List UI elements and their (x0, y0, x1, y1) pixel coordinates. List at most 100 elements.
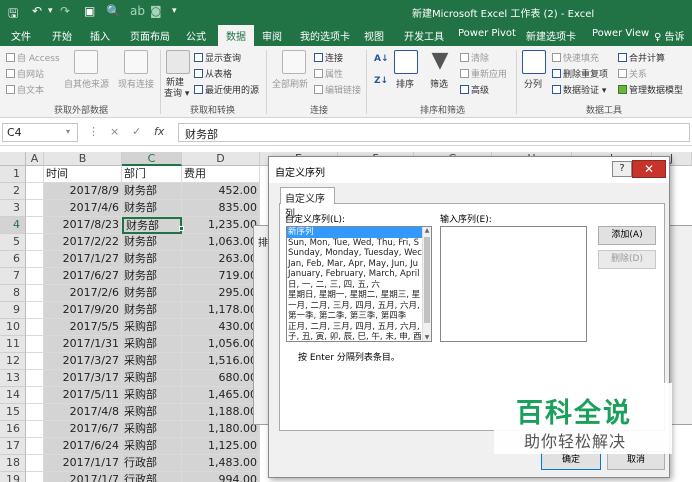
cell[interactable]: 1,188.00 (182, 404, 260, 421)
custom-lists-listbox[interactable]: 新序列 Sun, Mon, Tue, Wed, Thu, Fri, S Sunday… (286, 226, 432, 342)
cell[interactable]: 430.00 (182, 319, 260, 336)
cell[interactable]: 2017/2/6 (44, 285, 122, 302)
edit-links-button[interactable]: 编辑链接 (314, 83, 361, 96)
header-cell[interactable]: 时间 (44, 166, 122, 183)
from-table-button[interactable]: 从表格 (194, 67, 232, 80)
cell[interactable]: 行政部 (122, 455, 182, 472)
tab-formulas[interactable]: 公式 (186, 28, 206, 43)
row-header[interactable]: 2 (0, 183, 26, 200)
cell[interactable]: 263.00 (182, 251, 260, 268)
header-cell[interactable]: 部门 (122, 166, 182, 183)
row-header[interactable]: 18 (0, 455, 26, 472)
cell[interactable]: 1,056.00 (182, 336, 260, 353)
cell[interactable]: 1,063.00 (182, 234, 260, 251)
row-header[interactable]: 5 (0, 234, 26, 251)
cell[interactable]: 1,483.00 (182, 455, 260, 472)
tab-page-layout[interactable]: 页面布局 (130, 28, 170, 43)
enter-icon[interactable]: ✓ (132, 125, 141, 138)
row-header[interactable]: 14 (0, 387, 26, 404)
cell[interactable] (26, 285, 44, 302)
camera-icon[interactable]: ◙ (150, 4, 162, 18)
cell[interactable] (26, 234, 44, 251)
cell[interactable]: 1,235.00 (182, 217, 260, 234)
cell[interactable]: 2017/5/11 (44, 387, 122, 404)
cell[interactable] (26, 387, 44, 404)
relationships-button[interactable]: 关系 (618, 67, 647, 80)
cell[interactable] (26, 302, 44, 319)
properties-button[interactable]: 属性 (314, 67, 343, 80)
cell[interactable]: 财务部 (122, 268, 182, 285)
select-all-corner[interactable] (0, 152, 26, 166)
row-header[interactable]: 3 (0, 200, 26, 217)
cell[interactable]: 2017/2/22 (44, 234, 122, 251)
connections-button[interactable]: 连接 (314, 51, 343, 64)
cell[interactable]: 2017/1/31 (44, 336, 122, 353)
scroll-thumb[interactable] (424, 237, 430, 323)
cell[interactable]: 2017/1/27 (44, 251, 122, 268)
custom-list-item[interactable]: 一月, 二月, 三月, 四月, 五月, 六月, (287, 301, 423, 312)
recent-sources-button[interactable]: 最近使用的源 (194, 83, 259, 96)
cell[interactable] (26, 421, 44, 438)
form-icon[interactable]: ▣ (84, 4, 95, 18)
sort-button[interactable]: 排序 (396, 77, 414, 90)
cell[interactable]: 2017/3/27 (44, 353, 122, 370)
tab-new-tab[interactable]: 新建选项卡 (526, 28, 576, 43)
flash-fill-button[interactable]: 快速填充 (552, 51, 599, 64)
reapply-button[interactable]: 重新应用 (460, 67, 507, 80)
tab-power-pivot[interactable]: Power Pivot (458, 28, 516, 39)
show-queries-button[interactable]: 显示查询 (194, 51, 241, 64)
customize-icon[interactable]: ▾ (172, 6, 177, 16)
cell[interactable]: 采购部 (122, 404, 182, 421)
cell[interactable]: 2017/9/20 (44, 302, 122, 319)
clear-button[interactable]: 清除 (460, 51, 489, 64)
column-header[interactable]: B (44, 152, 122, 166)
from-access-button[interactable]: 自 Access (6, 51, 60, 64)
cell[interactable] (26, 183, 44, 200)
data-model-button[interactable]: 管理数据模型 (618, 83, 683, 96)
help-button[interactable]: ? (612, 161, 632, 177)
row-header[interactable]: 7 (0, 268, 26, 285)
formula-input[interactable]: 财务部 (178, 123, 690, 142)
redo-icon[interactable]: ↷ (60, 4, 70, 18)
cell[interactable]: 采购部 (122, 353, 182, 370)
tab-review[interactable]: 审阅 (262, 28, 282, 43)
custom-list-item[interactable]: Sun, Mon, Tue, Wed, Thu, Fri, S (287, 238, 423, 249)
print-preview-icon[interactable]: 🔍 (106, 4, 121, 18)
save-icon[interactable]: 🖫 (8, 4, 18, 25)
cell[interactable]: 2017/1/17 (44, 455, 122, 472)
scroll-up-icon[interactable]: ▲ (423, 227, 431, 234)
row-header[interactable]: 8 (0, 285, 26, 302)
column-header[interactable]: D (182, 152, 260, 166)
cell[interactable]: 295.00 (182, 285, 260, 302)
existing-connections-button[interactable]: 现有连接 (118, 77, 154, 90)
cell[interactable] (26, 200, 44, 217)
cell[interactable]: 680.00 (182, 370, 260, 387)
cell[interactable] (26, 268, 44, 285)
tab-custom-lists[interactable]: 自定义序列 (280, 187, 335, 220)
custom-list-item[interactable]: 新序列 (287, 227, 423, 238)
row-header[interactable]: 6 (0, 251, 26, 268)
new-query-dropdown[interactable]: 查询 ▾ (164, 86, 189, 99)
row-header[interactable]: 9 (0, 302, 26, 319)
cell[interactable]: 1,465.00 (182, 387, 260, 404)
row-header[interactable]: 16 (0, 421, 26, 438)
row-header[interactable]: 10 (0, 319, 26, 336)
sort-asc-icon[interactable]: A↓ (374, 54, 389, 64)
row-header[interactable]: 12 (0, 353, 26, 370)
scroll-down-icon[interactable]: ▼ (423, 334, 431, 341)
tell-me[interactable]: ♀ 告诉 (654, 28, 685, 43)
cell[interactable] (26, 166, 44, 183)
cell[interactable] (26, 455, 44, 472)
cell[interactable]: 采购部 (122, 370, 182, 387)
cell[interactable]: 2017/6/24 (44, 438, 122, 455)
tab-developer[interactable]: 开发工具 (404, 28, 444, 43)
cell[interactable]: 财务部 (122, 251, 182, 268)
listbox-scrollbar[interactable]: ▲ ▼ (422, 227, 431, 341)
cell[interactable]: 1,516.00 (182, 353, 260, 370)
cell[interactable] (26, 319, 44, 336)
remove-duplicates-button[interactable]: 删除重复项 (552, 67, 608, 80)
refresh-all-button[interactable]: 全部刷新 (272, 77, 308, 90)
cell[interactable]: 2017/6/27 (44, 268, 122, 285)
undo-icon[interactable]: ↶ (32, 4, 42, 18)
cell[interactable] (26, 336, 44, 353)
